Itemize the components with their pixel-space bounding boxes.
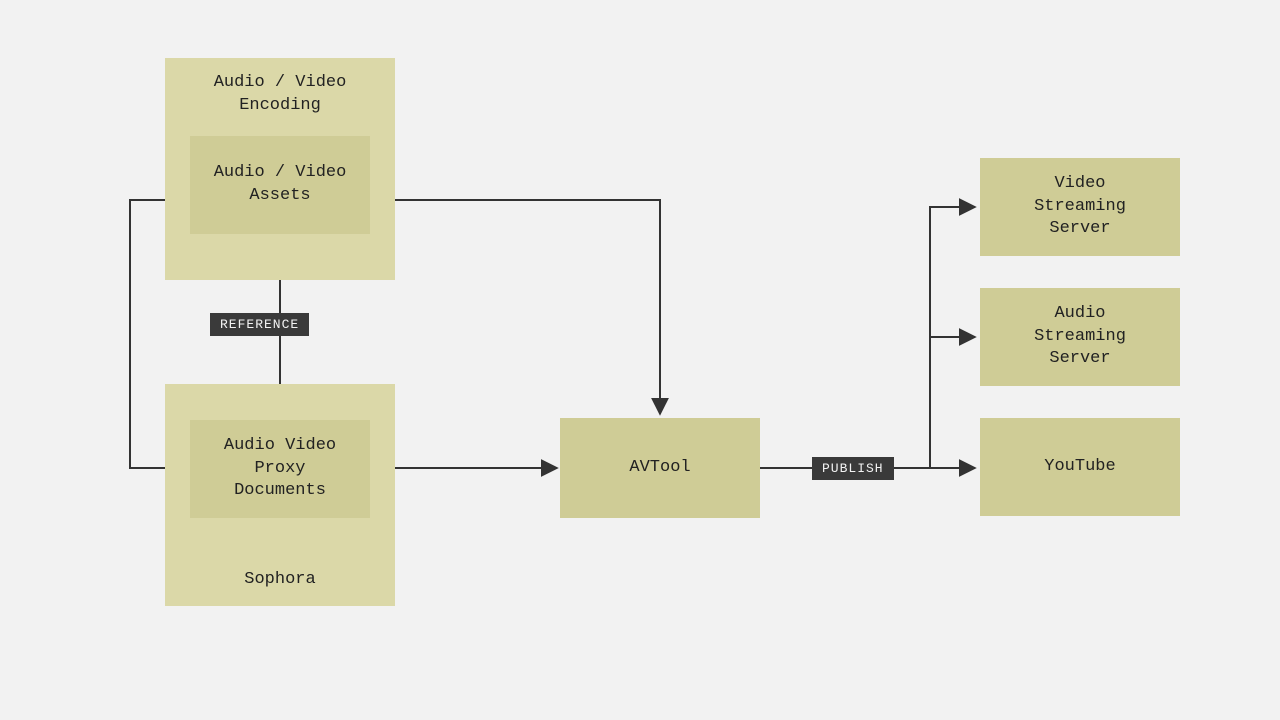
node-youtube-label: YouTube [1044,456,1115,479]
edge-assets-to-avtool [371,200,660,414]
edge-branch-to-video-server [930,207,975,337]
node-video-streaming-server: Video Streaming Server [980,158,1180,256]
node-proxy: Audio Video Proxy Documents [190,420,370,518]
node-audio-streaming-server: Audio Streaming Server [980,288,1180,386]
edge-label-reference: REFERENCE [210,313,309,336]
node-avtool: AVTool [560,418,760,518]
node-assets: Audio / Video Assets [190,136,370,234]
container-encoding-title: Audio / Video Encoding [214,72,347,118]
node-assets-label: Audio / Video Assets [214,162,347,208]
container-sophora-title: Sophora [244,569,315,592]
node-audio-streaming-server-label: Audio Streaming Server [1034,303,1126,372]
edge-branch-to-audio-server [930,337,975,468]
edge-label-publish: PUBLISH [812,457,894,480]
node-proxy-label: Audio Video Proxy Documents [224,435,336,504]
node-youtube: YouTube [980,418,1180,516]
node-avtool-label: AVTool [629,457,690,480]
node-video-streaming-server-label: Video Streaming Server [1034,173,1126,242]
diagram-stage: Audio / Video Encoding Audio / Video Ass… [0,0,1280,720]
